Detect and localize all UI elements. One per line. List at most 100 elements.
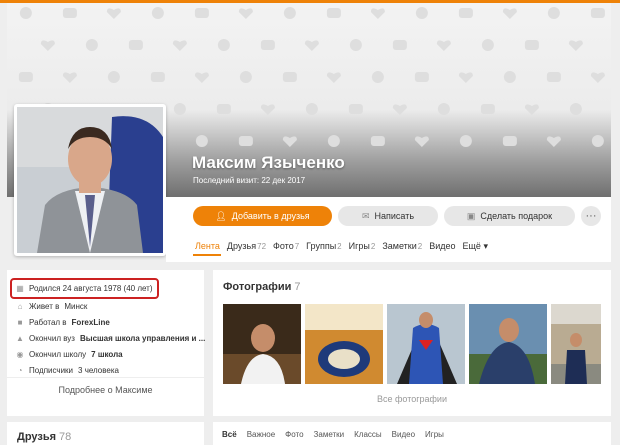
photo-thumbnail[interactable] <box>223 304 301 384</box>
info-university: ▲ Окончил вуз Высшая школа управления и … <box>16 333 206 343</box>
cover-pattern-shape <box>195 135 208 147</box>
cover-pattern-shape <box>194 8 209 18</box>
bell-icon: ◉ <box>16 349 24 359</box>
about-card: ▦ Родился 24 августа 1978 (40 лет) ⌂ Жив… <box>7 270 206 416</box>
photo-thumbnail[interactable] <box>469 304 547 384</box>
cover-pattern-shape <box>480 104 495 114</box>
gift-label: Сделать подарок <box>480 211 553 221</box>
friends-title[interactable]: Друзья 78 <box>17 431 71 443</box>
cover-pattern-shape <box>326 72 341 83</box>
cover-pattern-shape <box>172 40 187 51</box>
tab-more[interactable]: Ещё ▾ <box>463 241 488 252</box>
cover-pattern-shape <box>151 7 164 19</box>
cover-pattern-shape <box>349 39 362 51</box>
photos-title[interactable]: Фотографии 7 <box>223 281 301 293</box>
photo-thumbnail[interactable] <box>551 304 601 384</box>
feed-tab-all[interactable]: Всё <box>222 430 237 439</box>
cover-pattern-shape <box>40 40 55 51</box>
message-icon: ✉︎ <box>361 210 370 221</box>
school-link[interactable]: 7 школа <box>91 350 122 359</box>
gift-button[interactable]: ▣ Сделать подарок <box>444 206 575 226</box>
chevron-down-icon: ▾ <box>483 241 488 251</box>
feed-tab-photo[interactable]: Фото <box>285 430 303 439</box>
photo-thumbnail[interactable] <box>387 304 465 384</box>
cover-pattern-shape <box>371 71 384 83</box>
cover-pattern-shape <box>481 39 494 51</box>
cover-pattern-shape <box>458 8 473 18</box>
subscribers-link[interactable]: 3 человека <box>78 366 119 375</box>
message-label: Написать <box>374 211 415 221</box>
tab-friends[interactable]: Друзья72 <box>227 241 266 252</box>
tab-groups[interactable]: Группы2 <box>306 241 341 252</box>
feed-tab-important[interactable]: Важное <box>247 430 275 439</box>
tab-video[interactable]: Видео <box>429 241 455 252</box>
cover-pattern-shape <box>459 135 472 147</box>
cover-pattern-shape <box>150 72 165 82</box>
graduation-cap-icon: ▲ <box>16 333 24 343</box>
feed-tab-video[interactable]: Видео <box>392 430 415 439</box>
cover-pattern-shape <box>327 135 340 147</box>
cover-pattern-shape <box>260 40 275 50</box>
cover-pattern-shape <box>437 103 450 115</box>
cover-pattern-shape <box>304 40 319 51</box>
profile-actions: 👤︎ Добавить в друзья ✉︎ Написать ▣ Сдела… <box>166 197 611 262</box>
cover-pattern-shape <box>370 136 385 146</box>
info-work: ■ Работал в ForexLine <box>17 317 110 327</box>
feed-tab-notes[interactable]: Заметки <box>314 430 345 439</box>
cover-pattern-shape <box>569 103 582 115</box>
feed-tab-classes[interactable]: Классы <box>354 430 382 439</box>
cover-pattern-shape <box>502 8 517 19</box>
info-birthday: ▦ Родился 24 августа 1978 (40 лет) <box>16 283 153 293</box>
cover-pattern-shape <box>282 72 297 82</box>
add-friend-label: Добавить в друзья <box>231 211 310 221</box>
city-link[interactable]: Минск <box>64 302 87 311</box>
tab-feed[interactable]: Лента <box>195 241 220 252</box>
cover-pattern-shape <box>568 40 583 51</box>
calendar-icon: ▦ <box>16 283 24 293</box>
profile-tabs: Лента Друзья72 Фото7 Группы2 Игры2 Замет… <box>195 241 488 252</box>
cover-pattern-shape <box>107 71 120 83</box>
cover-pattern-shape <box>239 71 252 83</box>
tab-notes[interactable]: Заметки2 <box>382 241 422 252</box>
info-school: ◉ Окончил школу 7 школа <box>16 349 123 359</box>
tab-photos[interactable]: Фото7 <box>273 241 299 252</box>
cover-pattern-shape <box>62 72 77 83</box>
info-city: ⌂ Живет в Минск <box>17 301 88 311</box>
tab-games[interactable]: Игры2 <box>349 241 376 252</box>
profile-name: Максим Языченко <box>192 153 345 172</box>
cover-pattern-shape <box>238 136 253 146</box>
cover-pattern-shape <box>260 104 275 115</box>
last-visit: Последний визит: 22 дек 2017 <box>193 176 306 185</box>
cover-pattern-shape <box>524 40 539 50</box>
cover-pattern-shape <box>106 8 121 19</box>
cover-pattern-shape <box>217 39 230 51</box>
cover-pattern-shape <box>415 7 428 19</box>
cover-pattern-shape <box>546 136 561 147</box>
friends-card: Друзья 78 <box>7 422 204 445</box>
cover-pattern-shape <box>524 104 539 115</box>
university-link[interactable]: Высшая школа управления и ... <box>80 334 205 343</box>
about-divider <box>7 377 204 378</box>
info-subscribers: ◔ Подписчики 3 человека <box>17 365 119 375</box>
cover-pattern-shape <box>590 8 605 18</box>
more-about-link[interactable]: Подробнее о Максиме <box>7 385 204 395</box>
cover-pattern-shape <box>370 8 385 19</box>
cover-pattern-shape <box>547 7 560 19</box>
feed-tab-games[interactable]: Игры <box>425 430 444 439</box>
cover-pattern-shape <box>414 136 429 147</box>
photo-thumbnail[interactable] <box>305 304 383 384</box>
cover-pattern-shape <box>414 72 429 82</box>
cover-pattern-shape <box>85 39 98 51</box>
all-photos-link[interactable]: Все фотографии <box>213 394 611 404</box>
more-actions-button[interactable]: ··· <box>581 206 601 226</box>
feed-filter-tabs: Всё Важное Фото Заметки Классы Видео Игр… <box>213 422 611 445</box>
cover-pattern-shape <box>19 7 32 19</box>
cover-pattern-shape <box>194 72 209 83</box>
add-friend-button[interactable]: 👤︎ Добавить в друзья <box>193 206 332 226</box>
cover-pattern-shape <box>348 104 363 114</box>
avatar[interactable] <box>14 104 166 256</box>
cover-pattern-shape <box>62 8 77 18</box>
message-button[interactable]: ✉︎ Написать <box>338 206 438 226</box>
company-link[interactable]: ForexLine <box>72 318 110 327</box>
briefcase-icon: ■ <box>17 317 23 327</box>
